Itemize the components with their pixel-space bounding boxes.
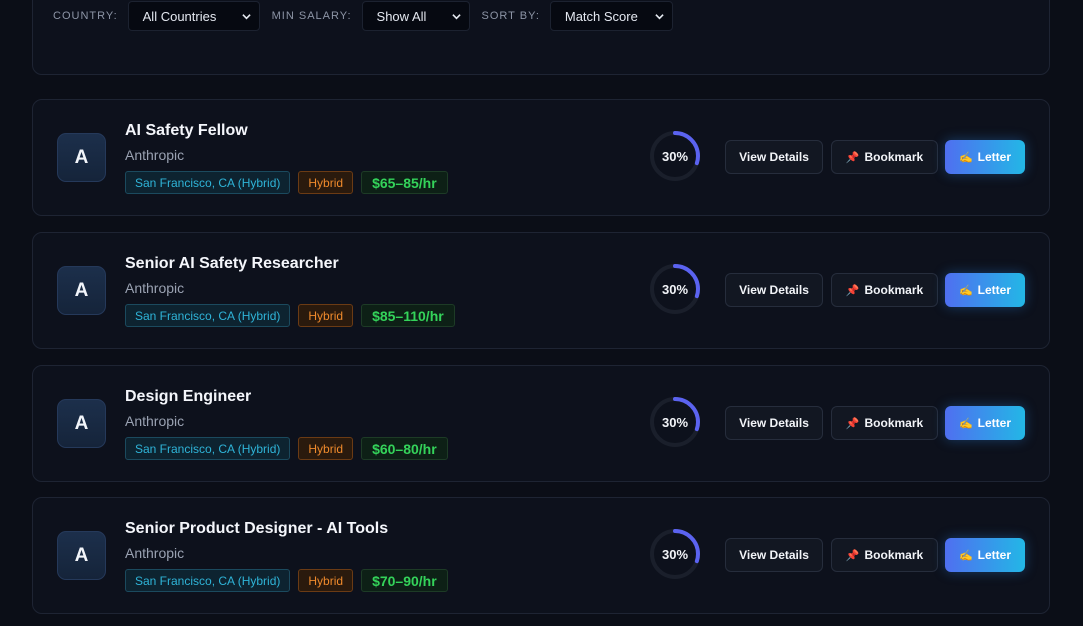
company-avatar: A xyxy=(57,399,106,448)
country-select-value: All Countries xyxy=(142,8,217,24)
match-score-value: 30% xyxy=(661,546,689,562)
match-score-ring: 30% xyxy=(647,128,703,184)
letter-label: Letter xyxy=(977,416,1012,430)
job-tags: San Francisco, CA (Hybrid) Hybrid $85–11… xyxy=(125,304,463,327)
pin-icon: 📌 xyxy=(845,549,860,562)
match-score-ring: 30% xyxy=(647,394,703,450)
country-filter-label: COUNTRY: xyxy=(53,10,118,22)
writing-hand-icon: ✍️ xyxy=(958,549,973,562)
sort-by-select-value: Match Score xyxy=(564,8,638,24)
work-mode-tag: Hybrid xyxy=(298,304,354,327)
job-title[interactable]: Design Engineer xyxy=(125,388,251,406)
match-score-value: 30% xyxy=(661,414,689,430)
work-mode-tag: Hybrid xyxy=(298,437,354,460)
writing-hand-icon: ✍️ xyxy=(958,284,973,297)
min-salary-select-value: Show All xyxy=(376,8,427,24)
view-details-button[interactable]: View Details xyxy=(725,140,823,174)
job-card: A Senior AI Safety Researcher Anthropic … xyxy=(32,232,1050,349)
salary-tag: $60–80/hr xyxy=(361,437,448,460)
job-card: A AI Safety Fellow Anthropic San Francis… xyxy=(32,99,1050,216)
pin-icon: 📌 xyxy=(845,151,860,164)
bookmark-button[interactable]: 📌 Bookmark xyxy=(831,273,938,307)
job-card: A Design Engineer Anthropic San Francisc… xyxy=(32,365,1050,482)
match-score-ring: 30% xyxy=(647,526,703,582)
work-mode-tag: Hybrid xyxy=(298,171,354,194)
match-score-value: 30% xyxy=(661,148,689,164)
salary-filter-label: MIN SALARY: xyxy=(271,10,352,22)
chevron-down-icon xyxy=(655,13,664,19)
company-name: Anthropic xyxy=(125,545,185,561)
view-details-button[interactable]: View Details xyxy=(725,273,823,307)
view-details-label: View Details xyxy=(739,548,809,562)
cover-letter-button[interactable]: ✍️ Letter xyxy=(945,406,1025,440)
job-tags: San Francisco, CA (Hybrid) Hybrid $70–90… xyxy=(125,569,456,592)
salary-tag: $65–85/hr xyxy=(361,171,448,194)
chevron-down-icon xyxy=(451,13,461,19)
job-card: A Senior Product Designer - AI Tools Ant… xyxy=(32,497,1050,614)
bookmark-button[interactable]: 📌 Bookmark xyxy=(831,140,938,174)
letter-label: Letter xyxy=(977,150,1012,164)
view-details-label: View Details xyxy=(739,416,809,430)
filter-row: COUNTRY: All Countries MIN SALARY: Show … xyxy=(53,1,685,31)
cover-letter-button[interactable]: ✍️ Letter xyxy=(945,273,1025,307)
chevron-down-icon xyxy=(241,13,251,19)
pin-icon: 📌 xyxy=(845,284,860,297)
letter-label: Letter xyxy=(977,283,1012,297)
country-select[interactable]: All Countries xyxy=(127,1,260,31)
location-tag: San Francisco, CA (Hybrid) xyxy=(125,569,291,592)
job-tags: San Francisco, CA (Hybrid) Hybrid $65–85… xyxy=(125,171,456,194)
location-tag: San Francisco, CA (Hybrid) xyxy=(125,171,291,194)
view-details-label: View Details xyxy=(739,150,809,164)
company-avatar: A xyxy=(57,266,106,315)
writing-hand-icon: ✍️ xyxy=(958,151,973,164)
company-name: Anthropic xyxy=(125,413,185,429)
work-mode-tag: Hybrid xyxy=(298,569,354,592)
salary-tag: $85–110/hr xyxy=(361,304,455,327)
filter-panel: COUNTRY: All Countries MIN SALARY: Show … xyxy=(32,0,1050,75)
company-name: Anthropic xyxy=(125,280,185,296)
job-tags: San Francisco, CA (Hybrid) Hybrid $60–80… xyxy=(125,437,456,460)
company-avatar: A xyxy=(57,531,106,580)
letter-label: Letter xyxy=(977,548,1012,562)
view-details-label: View Details xyxy=(739,283,809,297)
company-name: Anthropic xyxy=(125,147,185,163)
match-score-ring: 30% xyxy=(647,261,703,317)
min-salary-select[interactable]: Show All xyxy=(361,1,470,31)
location-tag: San Francisco, CA (Hybrid) xyxy=(125,304,291,327)
writing-hand-icon: ✍️ xyxy=(958,417,973,430)
view-details-button[interactable]: View Details xyxy=(725,538,823,572)
salary-tag: $70–90/hr xyxy=(361,569,448,592)
bookmark-label: Bookmark xyxy=(864,150,924,164)
pin-icon: 📌 xyxy=(845,417,860,430)
view-details-button[interactable]: View Details xyxy=(725,406,823,440)
bookmark-label: Bookmark xyxy=(864,283,924,297)
sort-by-select[interactable]: Match Score xyxy=(549,1,673,31)
bookmark-button[interactable]: 📌 Bookmark xyxy=(831,406,938,440)
bookmark-button[interactable]: 📌 Bookmark xyxy=(831,538,938,572)
cover-letter-button[interactable]: ✍️ Letter xyxy=(945,140,1025,174)
job-title[interactable]: AI Safety Fellow xyxy=(125,122,248,140)
bookmark-label: Bookmark xyxy=(864,416,924,430)
location-tag: San Francisco, CA (Hybrid) xyxy=(125,437,291,460)
job-title[interactable]: Senior Product Designer - AI Tools xyxy=(125,520,388,538)
cover-letter-button[interactable]: ✍️ Letter xyxy=(945,538,1025,572)
job-title[interactable]: Senior AI Safety Researcher xyxy=(125,255,339,273)
bookmark-label: Bookmark xyxy=(864,548,924,562)
sort-filter-label: SORT BY: xyxy=(481,10,540,22)
company-avatar: A xyxy=(57,133,106,182)
match-score-value: 30% xyxy=(661,281,689,297)
